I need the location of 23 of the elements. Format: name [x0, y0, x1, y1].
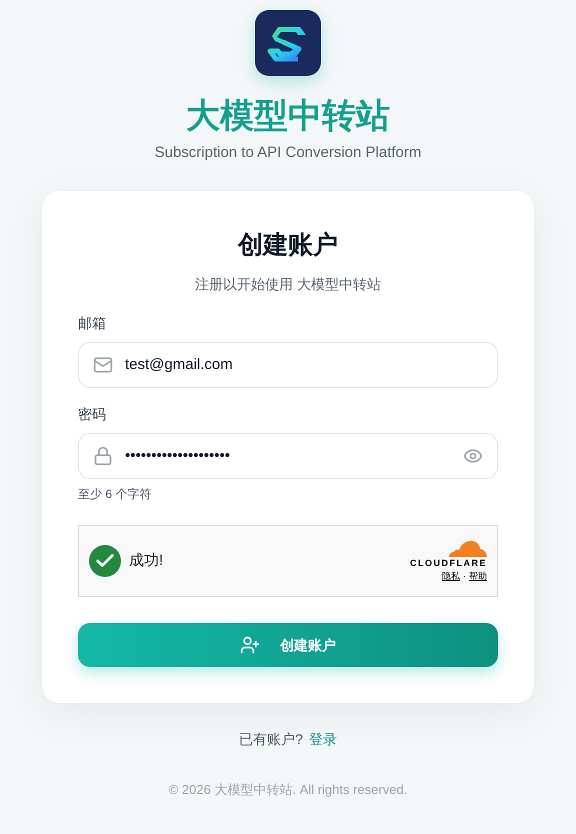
field-label: 密码	[78, 405, 107, 424]
cloud-icon	[447, 538, 487, 556]
privacy-link[interactable]: 隐私	[442, 570, 460, 584]
lock-icon	[93, 446, 113, 466]
card-subtitle: 注册以开始使用 大模型中转站	[194, 275, 382, 294]
mail-icon	[93, 355, 113, 375]
user-plus-icon	[240, 635, 260, 655]
captcha-status: 成功!	[129, 550, 164, 571]
card-title: 创建账户	[236, 230, 339, 260]
link-separator: ·	[463, 570, 466, 583]
field-value: test@gmail.com	[125, 354, 234, 375]
brand-title: 大模型中转站	[186, 96, 390, 137]
field-label: 邮箱	[78, 314, 107, 333]
email-field[interactable]: test@gmail.com	[78, 342, 498, 388]
provider-name: CLOUDFLARE	[410, 556, 487, 570]
logo-icon	[255, 10, 321, 76]
copyright: © 2026 大模型中转站. All rights reserved.	[168, 781, 408, 799]
password-field[interactable]: ••••••••••••••••••••	[78, 433, 498, 479]
brand-subtitle: Subscription to API Conversion Platform	[154, 143, 422, 163]
login-prompt: 已有账户?	[239, 730, 303, 749]
help-link[interactable]: 帮助	[469, 570, 487, 584]
field-hint: 至少 6 个字符	[78, 486, 152, 503]
field-value: ••••••••••••••••••••	[125, 446, 232, 466]
